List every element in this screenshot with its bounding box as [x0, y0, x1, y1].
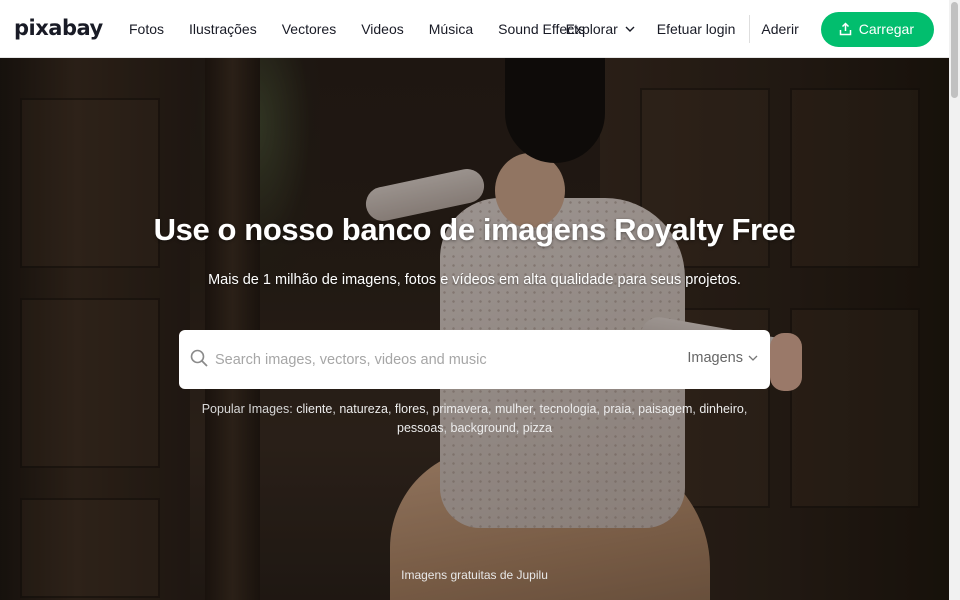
- popular-tag[interactable]: praia: [603, 402, 631, 416]
- upload-button[interactable]: Carregar: [820, 11, 934, 47]
- popular-tag[interactable]: tecnologia: [539, 402, 596, 416]
- search-icon[interactable]: [190, 349, 208, 367]
- page-subtitle: Mais de 1 milhão de imagens, fotos e víd…: [208, 272, 741, 288]
- hero-section: Use o nosso banco de imagens Royalty Fre…: [0, 58, 949, 600]
- top-header: pixabay Fotos Ilustrações Vectores Video…: [0, 0, 949, 58]
- popular-tag[interactable]: dinheiro: [699, 402, 743, 416]
- pixabay-logo[interactable]: pixabay: [14, 16, 103, 40]
- search-bar: Imagens: [179, 330, 770, 389]
- popular-tag[interactable]: mulher: [495, 402, 533, 416]
- popular-tag[interactable]: primavera: [432, 402, 488, 416]
- join-link[interactable]: Aderir: [761, 21, 798, 37]
- chevron-down-icon: [748, 355, 758, 361]
- search-input[interactable]: [215, 346, 685, 374]
- upload-label: Carregar: [858, 21, 914, 37]
- explore-menu-button[interactable]: Explorar: [566, 21, 635, 37]
- nav-item-fotos[interactable]: Fotos: [129, 21, 164, 37]
- page-scrollbar[interactable]: [949, 0, 960, 600]
- scrollbar-thumb[interactable]: [951, 2, 958, 98]
- popular-tag[interactable]: pessoas: [397, 421, 444, 435]
- search-type-dropdown[interactable]: Imagens: [687, 350, 758, 366]
- upload-icon: [839, 22, 851, 36]
- popular-searches: Popular Images: cliente, natureza, flore…: [201, 402, 748, 435]
- explore-label: Explorar: [565, 21, 618, 37]
- chevron-down-icon: [625, 26, 635, 32]
- main-nav: Fotos Ilustrações Vectores Videos Música…: [129, 0, 610, 58]
- popular-label: Popular Images:: [201, 402, 293, 416]
- page-title: Use o nosso banco de imagens Royalty Fre…: [153, 212, 796, 247]
- header-actions: Explorar Efetuar login Aderir Carregar: [566, 0, 934, 58]
- popular-tag[interactable]: cliente: [296, 402, 332, 416]
- search-type-label: Imagens: [687, 350, 743, 366]
- popular-tag[interactable]: pizza: [523, 421, 552, 435]
- nav-item-ilustracoes[interactable]: Ilustrações: [189, 21, 257, 37]
- login-link[interactable]: Efetuar login: [657, 15, 751, 43]
- popular-tag[interactable]: natureza: [339, 402, 388, 416]
- popular-tag[interactable]: background: [451, 421, 516, 435]
- nav-item-videos[interactable]: Videos: [361, 21, 404, 37]
- nav-item-musica[interactable]: Música: [429, 21, 473, 37]
- popular-tag[interactable]: flores: [395, 402, 426, 416]
- popular-tag[interactable]: paisagem: [638, 402, 692, 416]
- image-credit-link[interactable]: Imagens gratuitas de Jupilu: [0, 568, 949, 582]
- nav-item-vectores[interactable]: Vectores: [282, 21, 336, 37]
